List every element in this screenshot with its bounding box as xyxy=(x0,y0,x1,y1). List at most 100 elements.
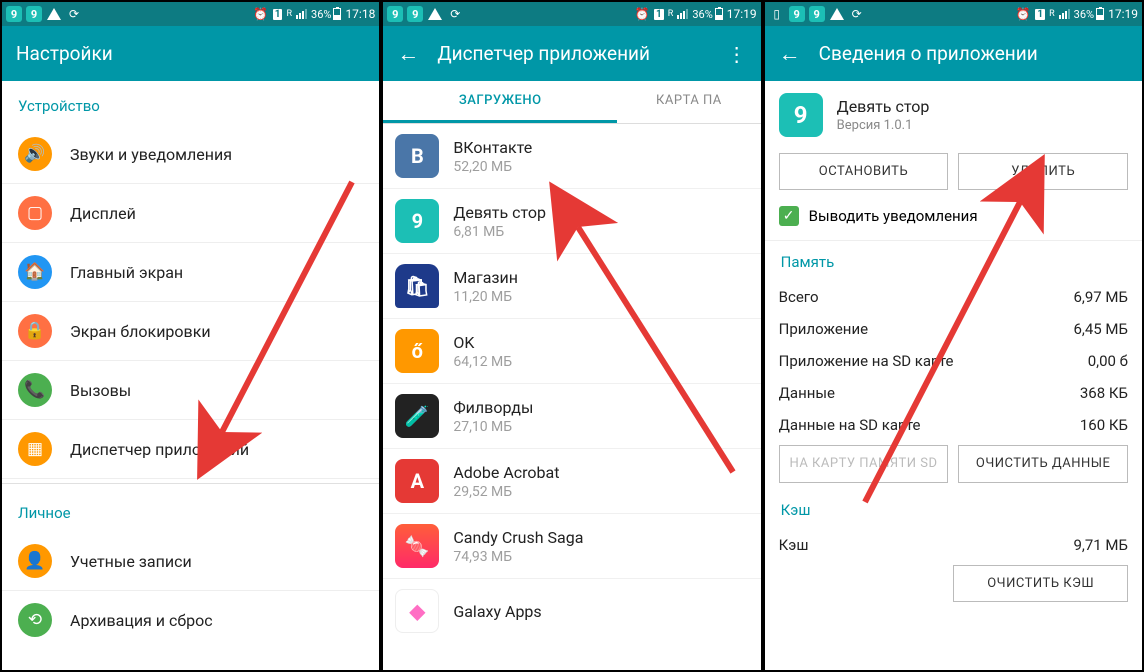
net-label: R xyxy=(668,9,674,19)
row-calls[interactable]: 📞 Вызовы xyxy=(2,361,379,420)
sound-icon: 🔊 xyxy=(18,137,52,171)
back-icon[interactable]: ← xyxy=(779,41,801,67)
back-icon[interactable]: ← xyxy=(397,41,419,67)
display-icon: ▢ xyxy=(18,196,52,230)
nine-app-icon: 9 xyxy=(6,6,22,22)
delete-button[interactable]: УДАЛИТЬ xyxy=(958,153,1128,190)
notifications-toggle[interactable]: ✓ Выводить уведомления xyxy=(765,200,1142,241)
app-row-ok[interactable]: ő OK64,12 МБ xyxy=(383,319,760,384)
row-home[interactable]: 🏠 Главный экран xyxy=(2,243,379,302)
alarm-icon: ⏰ xyxy=(634,6,650,22)
app-row-vk[interactable]: В ВКонтакте52,20 МБ xyxy=(383,124,760,189)
nine-app-icon: 9 xyxy=(387,6,403,22)
page-title: Диспетчер приложений xyxy=(437,42,650,65)
samsung-shop-icon: 🛍 xyxy=(395,264,439,308)
signal-icon xyxy=(677,9,688,19)
lock-icon: 🔒 xyxy=(18,314,52,348)
battery-indicator: 36% xyxy=(692,8,722,21)
mem-sddata: Данные на SD карте160 КБ xyxy=(765,409,1142,441)
sync-icon: ⟳ xyxy=(849,6,865,22)
candy-icon: 🍬 xyxy=(395,524,439,568)
clock: 17:18 xyxy=(345,7,375,21)
home-icon: 🏠 xyxy=(18,255,52,289)
battery-indicator: 36% xyxy=(1074,8,1104,21)
sim-indicator: 1 xyxy=(1035,9,1045,20)
ok-icon: ő xyxy=(395,329,439,373)
filwords-icon: 🧪 xyxy=(395,394,439,438)
sync-icon: ⟳ xyxy=(447,6,463,22)
net-label: R xyxy=(286,9,292,19)
app-name: Девять стор xyxy=(837,97,930,116)
sim-indicator: 1 xyxy=(273,9,283,20)
galaxy-apps-icon: ◆ xyxy=(395,589,439,633)
status-bar: ▯ 9 9 ⟳ ⏰ 1 R 36% 17:19 xyxy=(765,2,1142,26)
app-row-nine[interactable]: 9 Девять стор6,81 МБ xyxy=(383,189,760,254)
app-details-pane: ▯ 9 9 ⟳ ⏰ 1 R 36% 17:19 ← Сведения о при… xyxy=(763,0,1144,672)
status-bar: 9 9 ⟳ ⏰ 1 R 36% 17:19 xyxy=(383,2,760,26)
signal-icon xyxy=(1059,9,1070,19)
warning-icon xyxy=(46,6,62,22)
signal-icon xyxy=(296,9,307,19)
nine-app-icon: 9 xyxy=(407,6,423,22)
page-title: Настройки xyxy=(16,42,113,65)
warning-icon xyxy=(427,6,443,22)
nine-icon: 9 xyxy=(779,93,823,137)
tab-sdcard[interactable]: КАРТА ПА xyxy=(617,81,761,123)
row-apps[interactable]: ▦ Диспетчер приложений xyxy=(2,420,379,479)
checkbox-checked-icon: ✓ xyxy=(779,206,799,226)
notify-label: Выводить уведомления xyxy=(809,207,978,225)
nine-app-icon: 9 xyxy=(809,6,825,22)
clock: 17:19 xyxy=(1108,7,1138,21)
app-manager-pane: 9 9 ⟳ ⏰ 1 R 36% 17:19 ← Диспетчер прилож… xyxy=(381,0,762,672)
apps-icon: ▦ xyxy=(18,432,52,466)
mem-total: Всего6,97 МБ xyxy=(765,281,1142,313)
accounts-icon: 👤 xyxy=(18,544,52,578)
overflow-menu-icon[interactable]: ⋮ xyxy=(727,42,747,66)
alarm-icon: ⏰ xyxy=(1015,6,1031,22)
row-accounts[interactable]: 👤 Учетные записи xyxy=(2,532,379,591)
nine-app-icon: 9 xyxy=(26,6,42,22)
sim-indicator: 1 xyxy=(654,9,664,20)
app-row-filwords[interactable]: 🧪 Филворды27,10 МБ xyxy=(383,384,760,449)
mem-sdapp: Приложение на SD карте0,00 б xyxy=(765,345,1142,377)
app-header: 9 Девять стор Версия 1.0.1 xyxy=(765,81,1142,149)
acrobat-icon: A xyxy=(395,459,439,503)
page-title: Сведения о приложении xyxy=(819,42,1038,65)
backup-icon: ⟲ xyxy=(18,603,52,637)
to-sd-button: НА КАРТУ ПАМЯТИ SD xyxy=(779,445,949,483)
tab-downloaded[interactable]: ЗАГРУЖЕНО xyxy=(383,81,617,123)
clear-data-button[interactable]: ОЧИСТИТЬ ДАННЫЕ xyxy=(958,445,1128,483)
status-bar: 9 9 ⟳ ⏰ 1 R 36% 17:18 xyxy=(2,2,379,26)
nine-icon: 9 xyxy=(395,199,439,243)
net-label: R xyxy=(1049,9,1055,19)
vk-icon: В xyxy=(395,134,439,178)
section-personal: Личное xyxy=(2,488,379,532)
clock: 17:19 xyxy=(727,7,757,21)
row-display[interactable]: ▢ Дисплей xyxy=(2,184,379,243)
sdcard-icon: ▯ xyxy=(769,6,785,22)
row-sound[interactable]: 🔊 Звуки и уведомления xyxy=(2,125,379,184)
row-lock[interactable]: 🔒 Экран блокировки xyxy=(2,302,379,361)
app-row-acrobat[interactable]: A Adobe Acrobat29,52 МБ xyxy=(383,449,760,514)
divider xyxy=(2,483,379,484)
section-memory: Память xyxy=(765,241,1142,281)
section-cache: Кэш xyxy=(765,493,1142,529)
app-row-shop[interactable]: 🛍 Магазин11,20 МБ xyxy=(383,254,760,319)
mem-data: Данные368 КБ xyxy=(765,377,1142,409)
nine-app-icon: 9 xyxy=(789,6,805,22)
app-bar: Настройки xyxy=(2,26,379,81)
row-backup[interactable]: ⟲ Архивация и сброс xyxy=(2,591,379,649)
battery-indicator: 36% xyxy=(311,8,341,21)
app-row-galaxy[interactable]: ◆ Galaxy Apps xyxy=(383,579,760,643)
clear-cache-button[interactable]: ОЧИСТИТЬ КЭШ xyxy=(953,565,1128,602)
phone-icon: 📞 xyxy=(18,373,52,407)
warning-icon xyxy=(829,6,845,22)
sync-icon: ⟳ xyxy=(66,6,82,22)
app-version: Версия 1.0.1 xyxy=(837,118,930,133)
settings-pane: 9 9 ⟳ ⏰ 1 R 36% 17:18 Настройки Устройст… xyxy=(0,0,381,672)
app-bar: ← Сведения о приложении xyxy=(765,26,1142,81)
cache-row: Кэш9,71 МБ xyxy=(765,529,1142,561)
mem-app: Приложение6,45 МБ xyxy=(765,313,1142,345)
stop-button[interactable]: ОСТАНОВИТЬ xyxy=(779,153,949,190)
app-row-candy[interactable]: 🍬 Candy Crush Saga74,93 МБ xyxy=(383,514,760,579)
